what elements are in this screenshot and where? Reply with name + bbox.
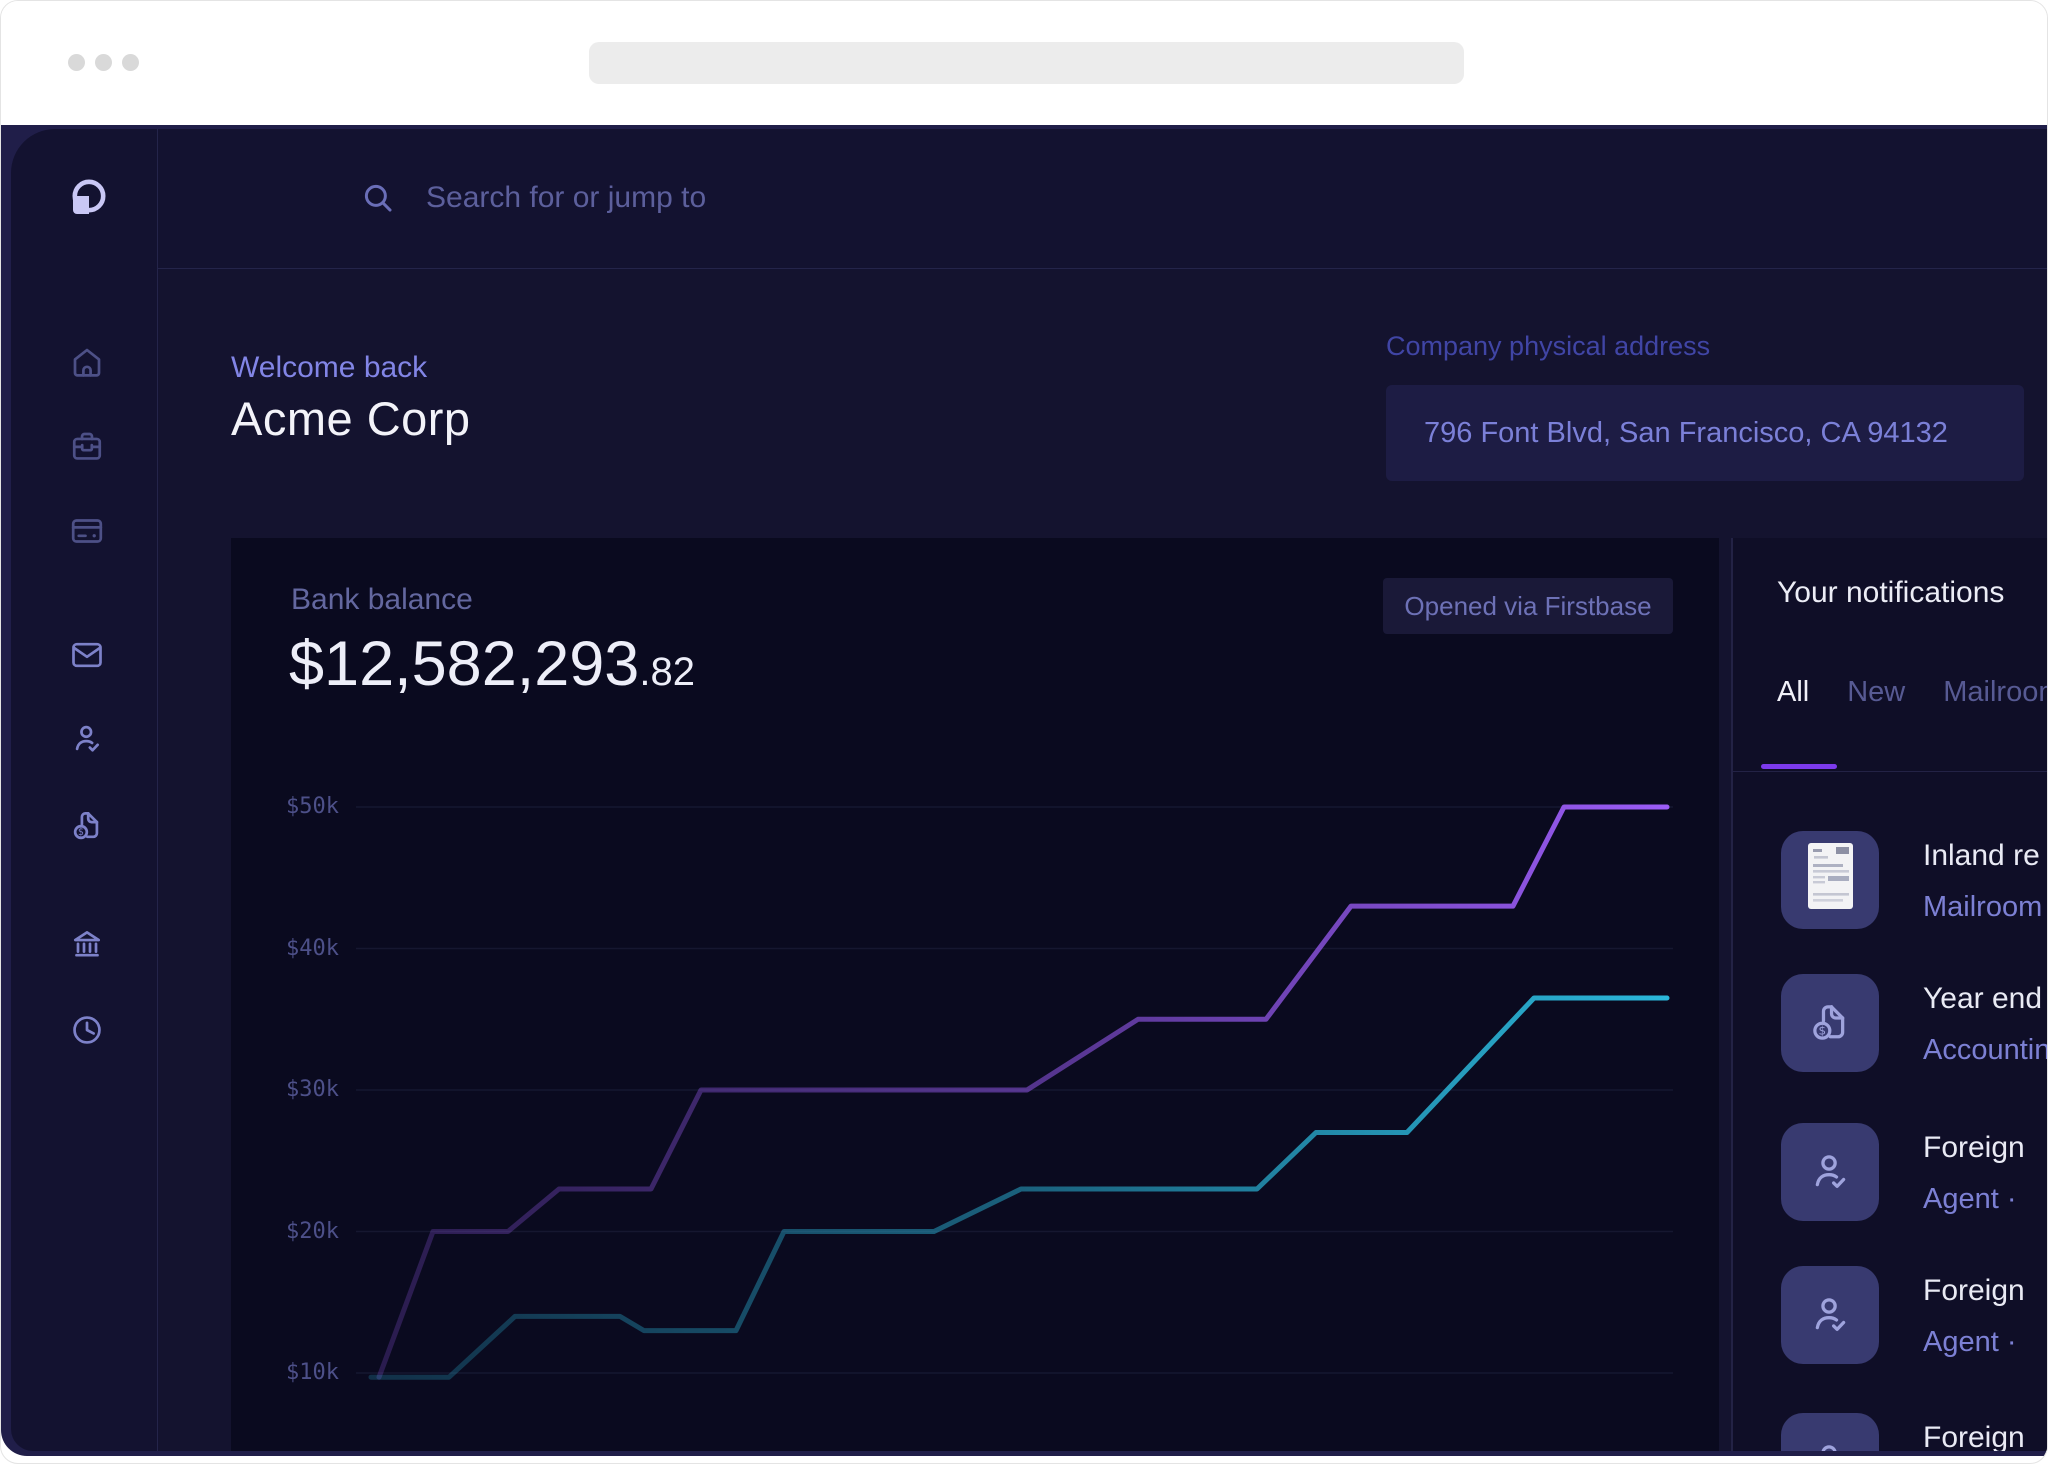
- greeting-text: Welcome back: [231, 351, 427, 385]
- tax-document-icon[interactable]: $: [69, 808, 105, 844]
- company-address-value: 796 Font Blvd, San Francisco, CA 94132: [1424, 385, 1948, 481]
- panel-divider: [1733, 771, 2047, 772]
- mail-icon[interactable]: [69, 637, 105, 673]
- chart-y-tick-label: $20k: [286, 1219, 348, 1244]
- notification-item[interactable]: Foreign: [1733, 1413, 2047, 1451]
- address-label: Company physical address: [1386, 331, 1710, 362]
- window-control-dot-1[interactable]: [68, 54, 85, 71]
- company-name: Acme Corp: [231, 391, 471, 446]
- balance-chart: [231, 538, 1719, 1451]
- notification-subtitle: Mailroom: [1923, 891, 2042, 924]
- tax-document-icon: $: [1781, 974, 1879, 1072]
- browser-window: $: [0, 0, 2048, 1464]
- notification-title: Year end: [1923, 982, 2042, 1016]
- tab-new[interactable]: New: [1847, 676, 1905, 709]
- chart-y-tick-label: $10k: [286, 1360, 348, 1385]
- firstbase-logo-icon[interactable]: [66, 178, 110, 222]
- tab-all[interactable]: All: [1777, 676, 1809, 709]
- app-window: $: [1, 125, 2047, 1456]
- agent-check-icon: [1781, 1123, 1879, 1221]
- active-tab-indicator: [1761, 764, 1837, 769]
- agent-check-icon: [1781, 1413, 1879, 1451]
- chart-y-tick-label: $40k: [286, 936, 348, 961]
- url-bar[interactable]: [589, 42, 1464, 84]
- notification-subtitle: Agent ·: [1923, 1326, 2017, 1359]
- notification-item[interactable]: Foreign Agent ·: [1733, 1266, 2047, 1394]
- notification-item[interactable]: Inland re Mailroom: [1733, 831, 2047, 959]
- notification-item[interactable]: $ Year end Accounting: [1733, 974, 2047, 1102]
- briefcase-icon[interactable]: [69, 428, 105, 464]
- search-icon: [361, 181, 395, 215]
- chart-y-tick-label: $50k: [286, 794, 348, 819]
- notification-subtitle: Accounting: [1923, 1034, 2047, 1067]
- search-input[interactable]: [426, 169, 1326, 227]
- notifications-tabs: All New Mailroom: [1777, 676, 2047, 709]
- svg-text:$: $: [78, 827, 84, 838]
- notification-item[interactable]: Foreign Agent ·: [1733, 1123, 2047, 1251]
- balance-purple: [379, 807, 1667, 1377]
- notification-title: Foreign: [1923, 1274, 2025, 1308]
- notifications-title: Your notifications: [1777, 576, 2004, 610]
- credit-card-icon[interactable]: [69, 513, 105, 549]
- bank-balance-card: Bank balance $12,582,293.82 Opened via F…: [231, 538, 1719, 1451]
- home-icon[interactable]: [69, 344, 105, 380]
- letter-thumbnail-icon: [1781, 831, 1879, 929]
- svg-text:$: $: [1819, 1024, 1827, 1038]
- company-address-field[interactable]: 796 Font Blvd, San Francisco, CA 94132: [1386, 385, 2024, 481]
- tab-mailroom[interactable]: Mailroom: [1943, 676, 2047, 709]
- notification-subtitle: Agent ·: [1923, 1183, 2017, 1216]
- window-control-dot-3[interactable]: [122, 54, 139, 71]
- agent-check-icon[interactable]: [69, 721, 105, 757]
- bank-icon[interactable]: [69, 927, 105, 963]
- sidebar: $: [11, 129, 158, 1451]
- chart-y-tick-label: $30k: [286, 1077, 348, 1102]
- notification-title: Inland re: [1923, 839, 2040, 873]
- agent-check-icon: [1781, 1266, 1879, 1364]
- notifications-panel: Your notifications All New Mailroom: [1731, 538, 2047, 1451]
- notification-title: Foreign: [1923, 1421, 2025, 1451]
- notification-title: Foreign: [1923, 1131, 2025, 1165]
- window-control-dot-2[interactable]: [95, 54, 112, 71]
- app-surface: $: [11, 129, 2047, 1451]
- topbar: [158, 129, 2047, 269]
- history-clock-icon[interactable]: [69, 1012, 105, 1048]
- browser-titlebar: [1, 1, 2047, 125]
